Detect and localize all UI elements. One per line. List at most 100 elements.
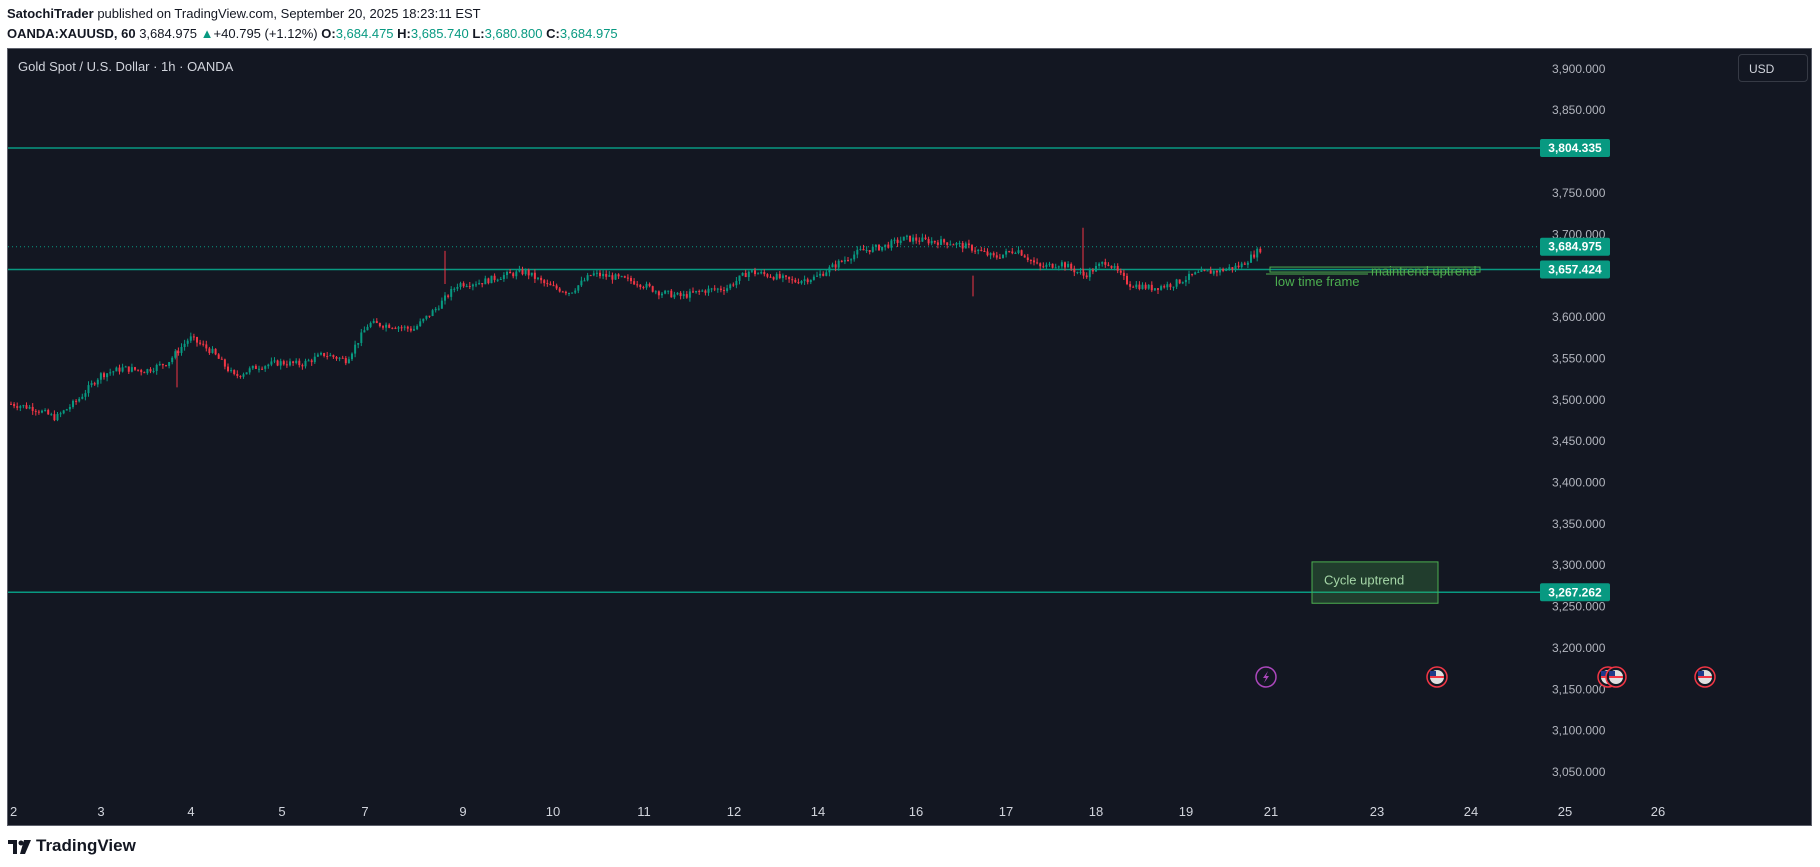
candle-body (989, 253, 992, 256)
time-tick-label: 5 (278, 804, 285, 819)
currency-button[interactable]: USD (1738, 54, 1808, 82)
candle-body (933, 240, 936, 243)
candle-body (50, 414, 53, 416)
candle-body (723, 290, 725, 292)
candle-body (419, 321, 422, 327)
candle-body (375, 321, 378, 324)
candle-body (1029, 260, 1032, 262)
candle-body (406, 326, 409, 329)
candle-body (220, 358, 223, 360)
candle-body (112, 371, 115, 373)
candle-body (152, 370, 155, 372)
candle-body (1203, 270, 1206, 272)
chart-pane[interactable]: 4,000.0003,950.0003,900.0003,850.0003,75… (7, 48, 1812, 826)
candle-body (332, 355, 335, 357)
candle-body (217, 354, 220, 359)
candle-body (744, 272, 747, 278)
candle-body (679, 292, 682, 297)
candle-body (1237, 265, 1240, 268)
candle-body (927, 239, 930, 244)
candle-body (124, 366, 127, 368)
time-tick-label: 9 (459, 804, 466, 819)
candle-body (524, 269, 527, 275)
candle-body (775, 274, 778, 280)
candle-body (1039, 263, 1042, 267)
candle-body (394, 327, 397, 329)
publication-header: SatochiTrader published on TradingView.c… (7, 5, 1807, 45)
candle-body (84, 393, 87, 397)
candle-body (797, 282, 800, 284)
candle-body (158, 363, 161, 365)
candle-body (369, 322, 372, 327)
candle-body (785, 275, 787, 277)
candle-body (447, 295, 450, 297)
candle-body (859, 248, 862, 250)
candle-body (794, 279, 797, 283)
candle-body (676, 292, 679, 295)
candle-body (952, 244, 955, 246)
candle-body (214, 348, 217, 355)
time-tick-label: 11 (637, 804, 651, 819)
price-tick-label: 3,750.000 (1552, 186, 1606, 200)
candle-body (986, 251, 989, 256)
chart-title: Gold Spot / U.S. Dollar · 1h · OANDA (18, 59, 234, 74)
candle-body (276, 360, 279, 366)
candle-body (1101, 262, 1104, 264)
candle-body (788, 276, 791, 280)
candle-body (490, 275, 493, 284)
price-axis: 4,000.0003,950.0003,900.0003,850.0003,75… (1552, 62, 1606, 779)
candle-body (599, 272, 601, 277)
candle-body (673, 294, 676, 298)
candle-body (233, 370, 236, 375)
candle-body (344, 358, 347, 364)
candle-body (713, 288, 716, 290)
candle-body (19, 406, 22, 408)
candle-body (264, 366, 267, 369)
tradingview-brand[interactable]: TradingView (36, 836, 136, 856)
candle-body (174, 351, 177, 358)
candle-body (918, 240, 921, 242)
candle-body (109, 372, 112, 374)
candle-body (958, 243, 961, 245)
close-label: C: (546, 26, 560, 41)
candle-body (146, 369, 149, 374)
chart-canvas[interactable]: 4,000.0003,950.0003,900.0003,850.0003,75… (8, 49, 1811, 825)
candle-body (295, 360, 298, 363)
candle-body (130, 367, 133, 372)
candle-body (186, 340, 189, 344)
candle-body (620, 276, 623, 278)
candle-body (59, 413, 62, 415)
candle-body (747, 271, 750, 278)
candle-body (949, 244, 952, 246)
candle-body (766, 274, 769, 277)
candle-body (1240, 263, 1243, 268)
candle-body (1188, 273, 1190, 280)
candle-body (555, 285, 558, 289)
author-name[interactable]: SatochiTrader (7, 6, 94, 21)
candle-body (1104, 262, 1107, 265)
candle-body (1194, 272, 1197, 275)
price-tick-label: 3,350.000 (1552, 517, 1606, 531)
candle-body (726, 288, 729, 292)
candle-body (326, 355, 329, 357)
candle-body (475, 284, 477, 286)
price-tick-label: 3,500.000 (1552, 393, 1606, 407)
candle-body (825, 272, 828, 276)
candle-body (1153, 288, 1156, 291)
candle-body (1110, 265, 1113, 268)
candle-body (202, 343, 205, 345)
time-tick-label: 3 (97, 804, 104, 819)
candle-body (227, 366, 229, 372)
candle-body (75, 400, 78, 402)
candle-body (915, 237, 918, 241)
candle-body (341, 357, 344, 359)
candle-body (626, 277, 629, 279)
candle-body (909, 235, 911, 242)
candle-body (924, 237, 927, 240)
candle-body (313, 356, 316, 363)
candle-body (1076, 272, 1079, 274)
candle-body (850, 259, 853, 261)
tradingview-logo-icon (8, 840, 31, 854)
candle-body (961, 243, 964, 249)
candle-body (800, 280, 803, 284)
